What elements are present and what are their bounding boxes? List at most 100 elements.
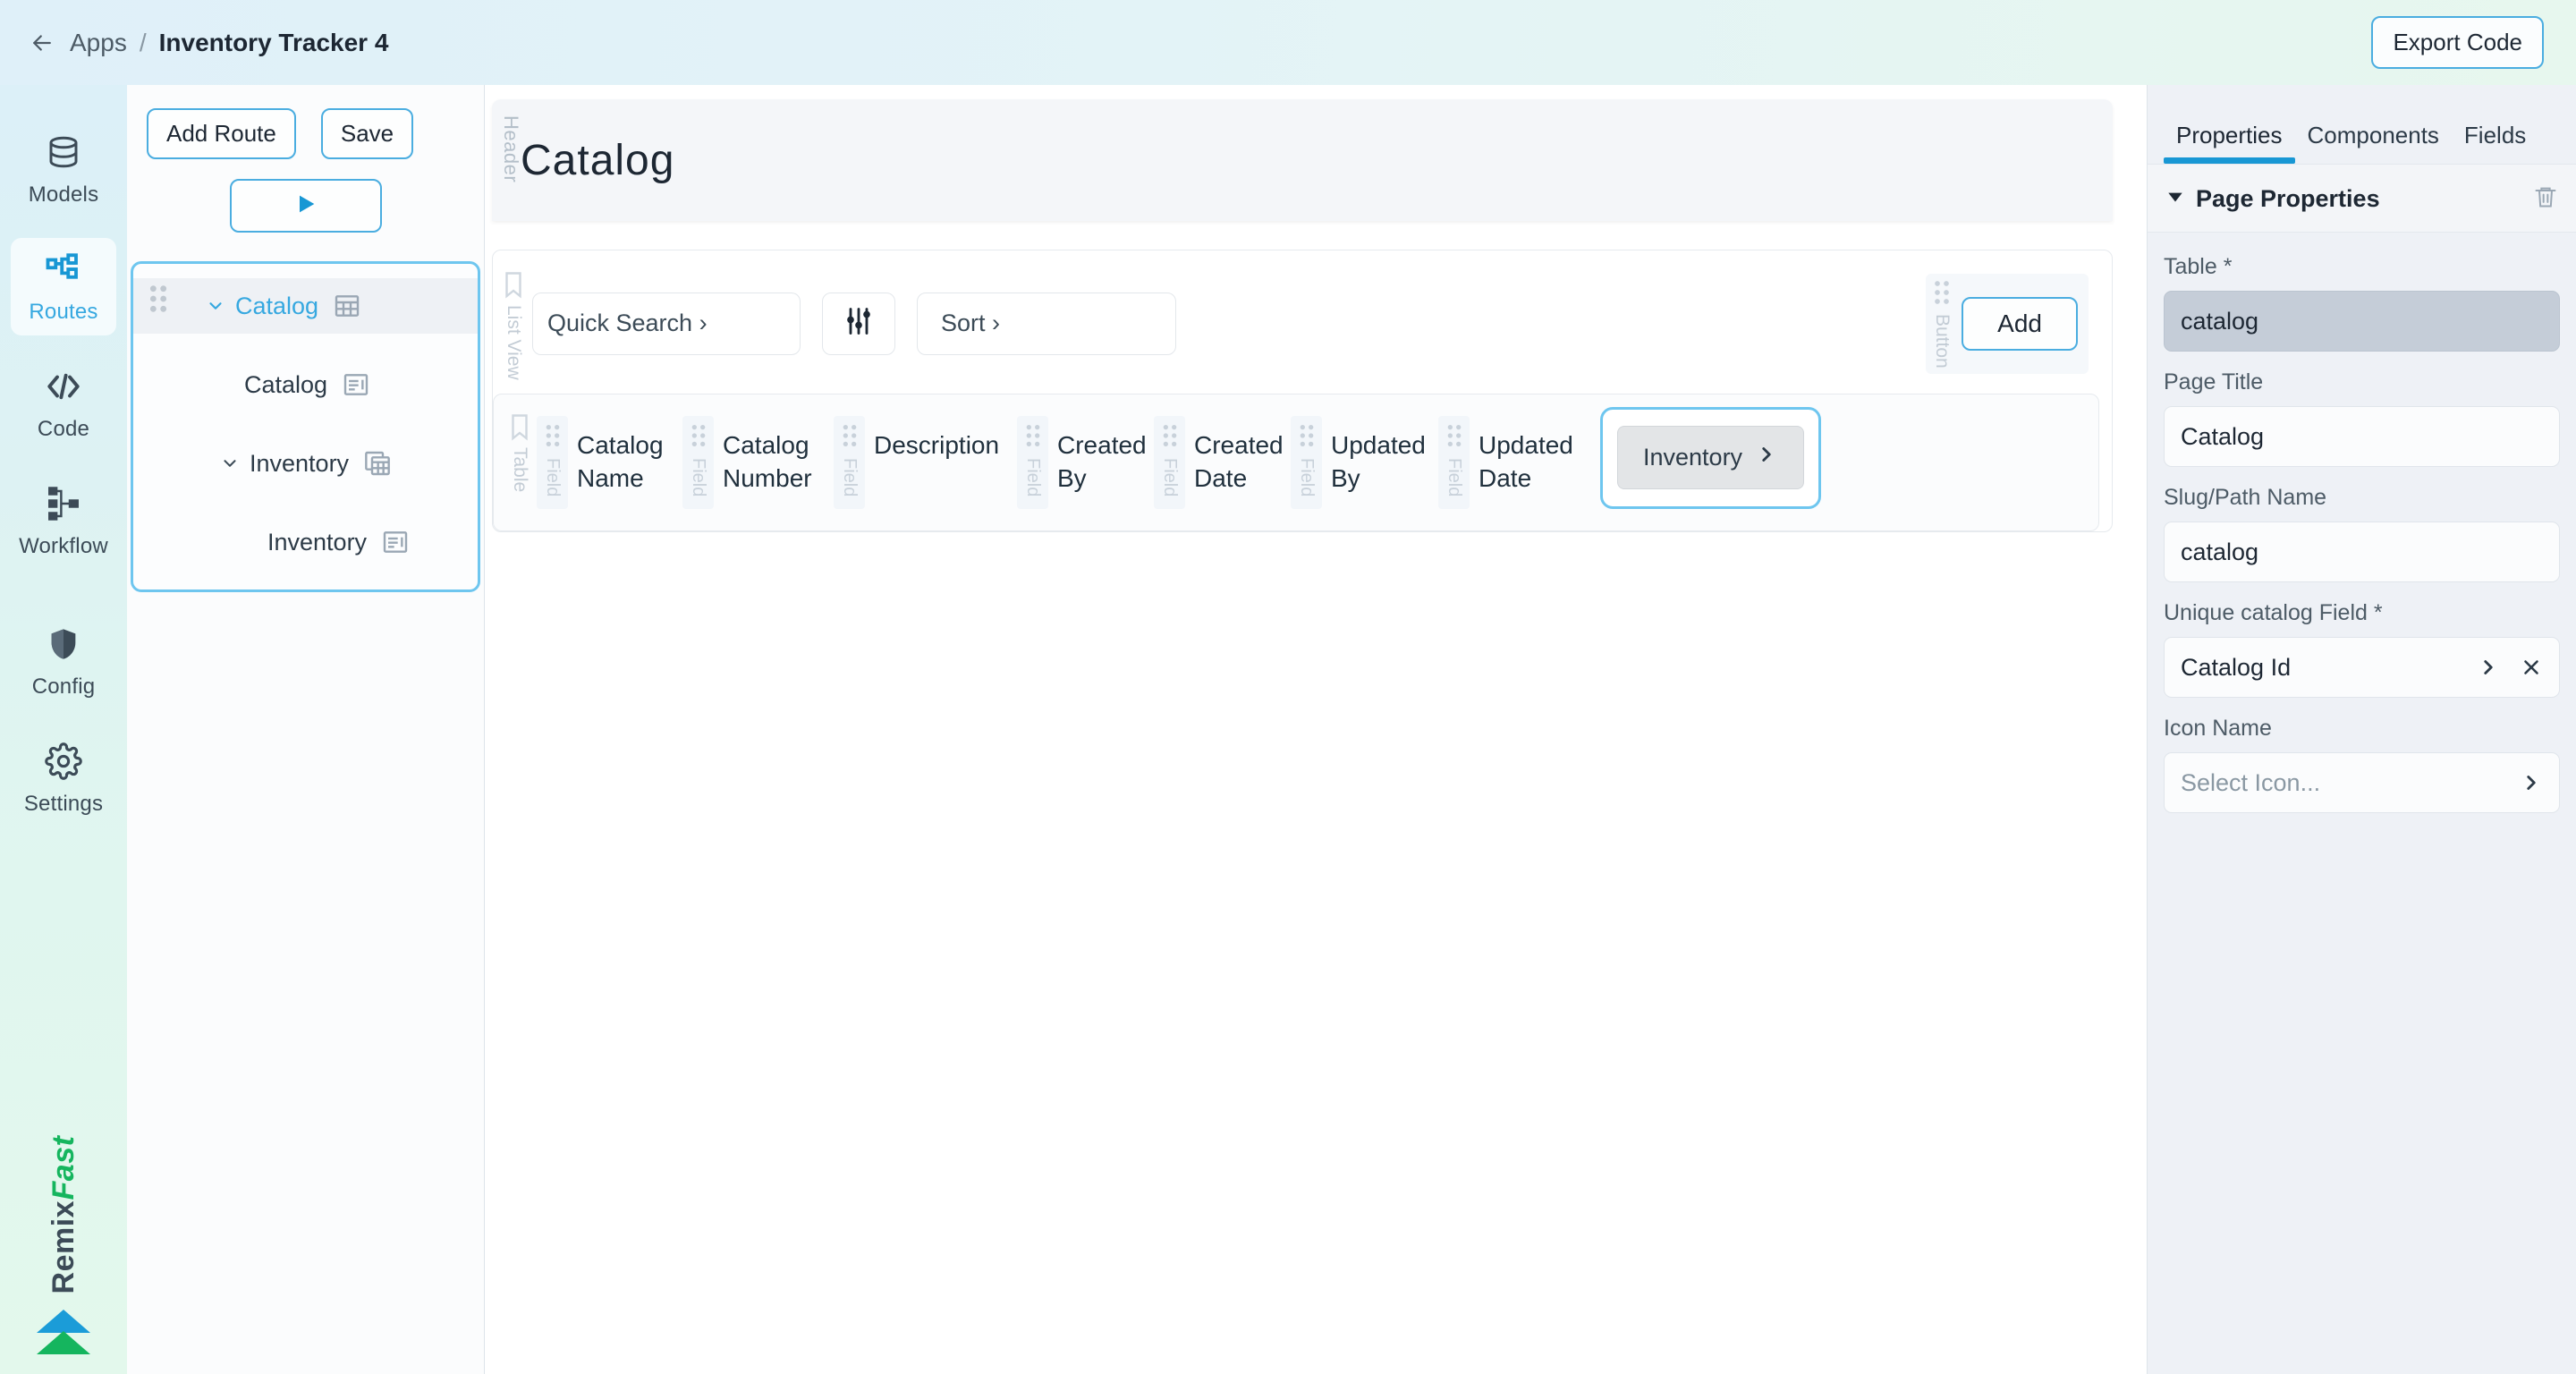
route-tree-item-inventory-detail[interactable]: Inventory — [133, 514, 478, 570]
list-view-block[interactable]: List View Quick Search › Sort › Button A… — [492, 250, 2113, 533]
route-tree-item-inventory-page[interactable]: Inventory — [133, 436, 478, 491]
sort-button[interactable]: Sort › — [917, 292, 1176, 355]
page-properties-section-header[interactable]: Page Properties — [2148, 164, 2576, 233]
quick-search-input[interactable]: Quick Search › — [532, 292, 801, 355]
inventory-relation-button[interactable]: Inventory — [1617, 426, 1805, 490]
sidebar-item-settings[interactable]: Settings — [11, 730, 116, 827]
unique-field-select[interactable]: Catalog Id — [2164, 637, 2560, 698]
field-slug-path: Slug/Path Name catalog — [2164, 485, 2560, 582]
tab-fields[interactable]: Fields — [2452, 122, 2538, 164]
chevron-right-icon[interactable] — [2520, 771, 2543, 794]
field-slot-tag: Field — [537, 415, 568, 510]
drag-handle-icon[interactable] — [544, 423, 562, 453]
run-row — [127, 179, 484, 233]
tab-components[interactable]: Components — [2295, 122, 2452, 164]
gear-icon — [45, 742, 82, 785]
breadcrumb: Apps / Inventory Tracker 4 — [27, 28, 388, 58]
drag-handle-icon[interactable] — [690, 423, 708, 453]
add-record-button[interactable]: Add — [1962, 296, 2078, 351]
page-title-input[interactable]: Catalog — [2164, 406, 2560, 467]
table-grid-icon — [333, 292, 361, 320]
table-slot-tag: Table — [494, 409, 537, 509]
sidebar-item-workflow[interactable]: Workflow — [11, 472, 116, 570]
button-slot-tag: Button — [1931, 279, 1953, 369]
chevron-right-icon — [1755, 443, 1778, 472]
table-column[interactable]: Field Created By — [1017, 409, 1154, 510]
sidebar-item-routes[interactable]: Routes — [11, 238, 116, 335]
drag-handle-icon[interactable] — [1445, 423, 1463, 453]
table-column[interactable]: Field Catalog Number — [682, 409, 834, 510]
drag-handle-icon[interactable] — [1161, 423, 1179, 453]
drag-handle-icon[interactable] — [1932, 279, 1952, 310]
filter-button[interactable] — [822, 292, 895, 355]
triangle-down-icon[interactable] — [2165, 187, 2185, 211]
run-preview-button[interactable] — [229, 179, 382, 233]
close-icon[interactable] — [2520, 656, 2543, 679]
arrow-left-icon[interactable] — [27, 28, 57, 58]
route-tree-item-label: Inventory — [250, 449, 350, 477]
routes-panel: Add Route Save Catalog Catalog Inventory… — [127, 85, 485, 1374]
tables-copy-icon — [363, 449, 392, 478]
drag-handle-icon[interactable] — [1024, 423, 1042, 453]
save-button[interactable]: Save — [320, 108, 414, 159]
toolbar-right: Button Add — [1926, 274, 2112, 374]
route-tree-item-label: Catalog — [235, 292, 319, 319]
sidebar-item-label: Workflow — [19, 534, 108, 558]
drag-handle-icon[interactable] — [841, 423, 859, 453]
field-slot-label: Field — [543, 457, 563, 497]
table-column[interactable]: Field Catalog Name — [537, 409, 682, 510]
sidebar-item-config[interactable]: Config — [11, 613, 116, 710]
chevron-right-icon[interactable] — [2477, 656, 2500, 679]
sidebar-item-code[interactable]: Code — [11, 355, 116, 453]
relation-button-slot[interactable]: Inventory — [1600, 406, 1822, 510]
column-header-label: Catalog Name — [577, 430, 664, 492]
column-header-label: Catalog Number — [723, 430, 812, 492]
sidebar-item-label: Models — [28, 182, 99, 207]
shield-icon — [46, 625, 81, 667]
tab-properties[interactable]: Properties — [2164, 122, 2295, 164]
chevron-down-icon[interactable] — [210, 454, 250, 473]
list-detail-icon — [381, 528, 410, 556]
table-column[interactable]: Field Created Date — [1154, 409, 1291, 510]
column-header-label: Description — [874, 430, 1000, 459]
table-column[interactable]: Field Description — [834, 409, 1017, 510]
icon-name-select[interactable]: Select Icon... — [2164, 752, 2560, 813]
field-label: Unique catalog Field * — [2164, 600, 2383, 625]
field-label: Icon Name — [2164, 716, 2272, 741]
route-tree-item-catalog-detail[interactable]: Catalog — [133, 357, 478, 412]
sliders-icon — [843, 305, 875, 342]
table-column[interactable]: Field Updated Date — [1438, 409, 1589, 510]
field-label: Slug/Path Name — [2164, 485, 2327, 510]
table-column-headers: Field Catalog Name Field Catalog Number … — [537, 406, 2098, 510]
button-slot: Button Add — [1926, 274, 2089, 374]
play-icon — [293, 191, 318, 221]
breadcrumb-current-app: Inventory Tracker 4 — [158, 28, 389, 56]
route-tree-item-catalog-page[interactable]: Catalog — [133, 278, 478, 334]
list-view-slot-label: List View — [504, 305, 524, 380]
field-label: Page Title — [2164, 369, 2264, 394]
page-properties-title: Page Properties — [2196, 185, 2380, 212]
relation-button-label: Inventory — [1643, 444, 1743, 471]
chevron-down-icon[interactable] — [196, 296, 235, 316]
field-slot-tag: Field — [1017, 415, 1048, 510]
field-slot-label: Field — [840, 457, 860, 497]
sidebar-item-label: Routes — [29, 300, 98, 324]
route-tree-item-label: Inventory — [267, 528, 368, 556]
list-toolbar: Quick Search › Sort › Button Add — [493, 263, 2112, 394]
sidebar-item-models[interactable]: Models — [11, 121, 116, 218]
field-slot-label: Field — [1297, 457, 1317, 497]
main-body: Models Routes Code Workflow Config Setti… — [0, 85, 2576, 1374]
breadcrumb-separator: / — [139, 28, 147, 56]
header-block[interactable]: Header Catalog — [492, 99, 2113, 221]
add-route-button[interactable]: Add Route — [147, 108, 296, 159]
table-column[interactable]: Field Updated By — [1291, 409, 1438, 510]
drag-handle-icon[interactable] — [1298, 423, 1316, 453]
drag-handle-icon[interactable] — [148, 284, 169, 318]
code-brackets-icon — [44, 368, 83, 410]
trash-icon[interactable] — [2533, 184, 2558, 214]
table-block[interactable]: Table Field Catalog Name Field Catalog N… — [493, 393, 2099, 532]
slug-path-input[interactable]: catalog — [2164, 522, 2560, 582]
export-code-button[interactable]: Export Code — [2371, 16, 2544, 69]
breadcrumb-apps[interactable]: Apps — [70, 29, 127, 57]
field-slot-tag: Field — [1438, 415, 1470, 510]
